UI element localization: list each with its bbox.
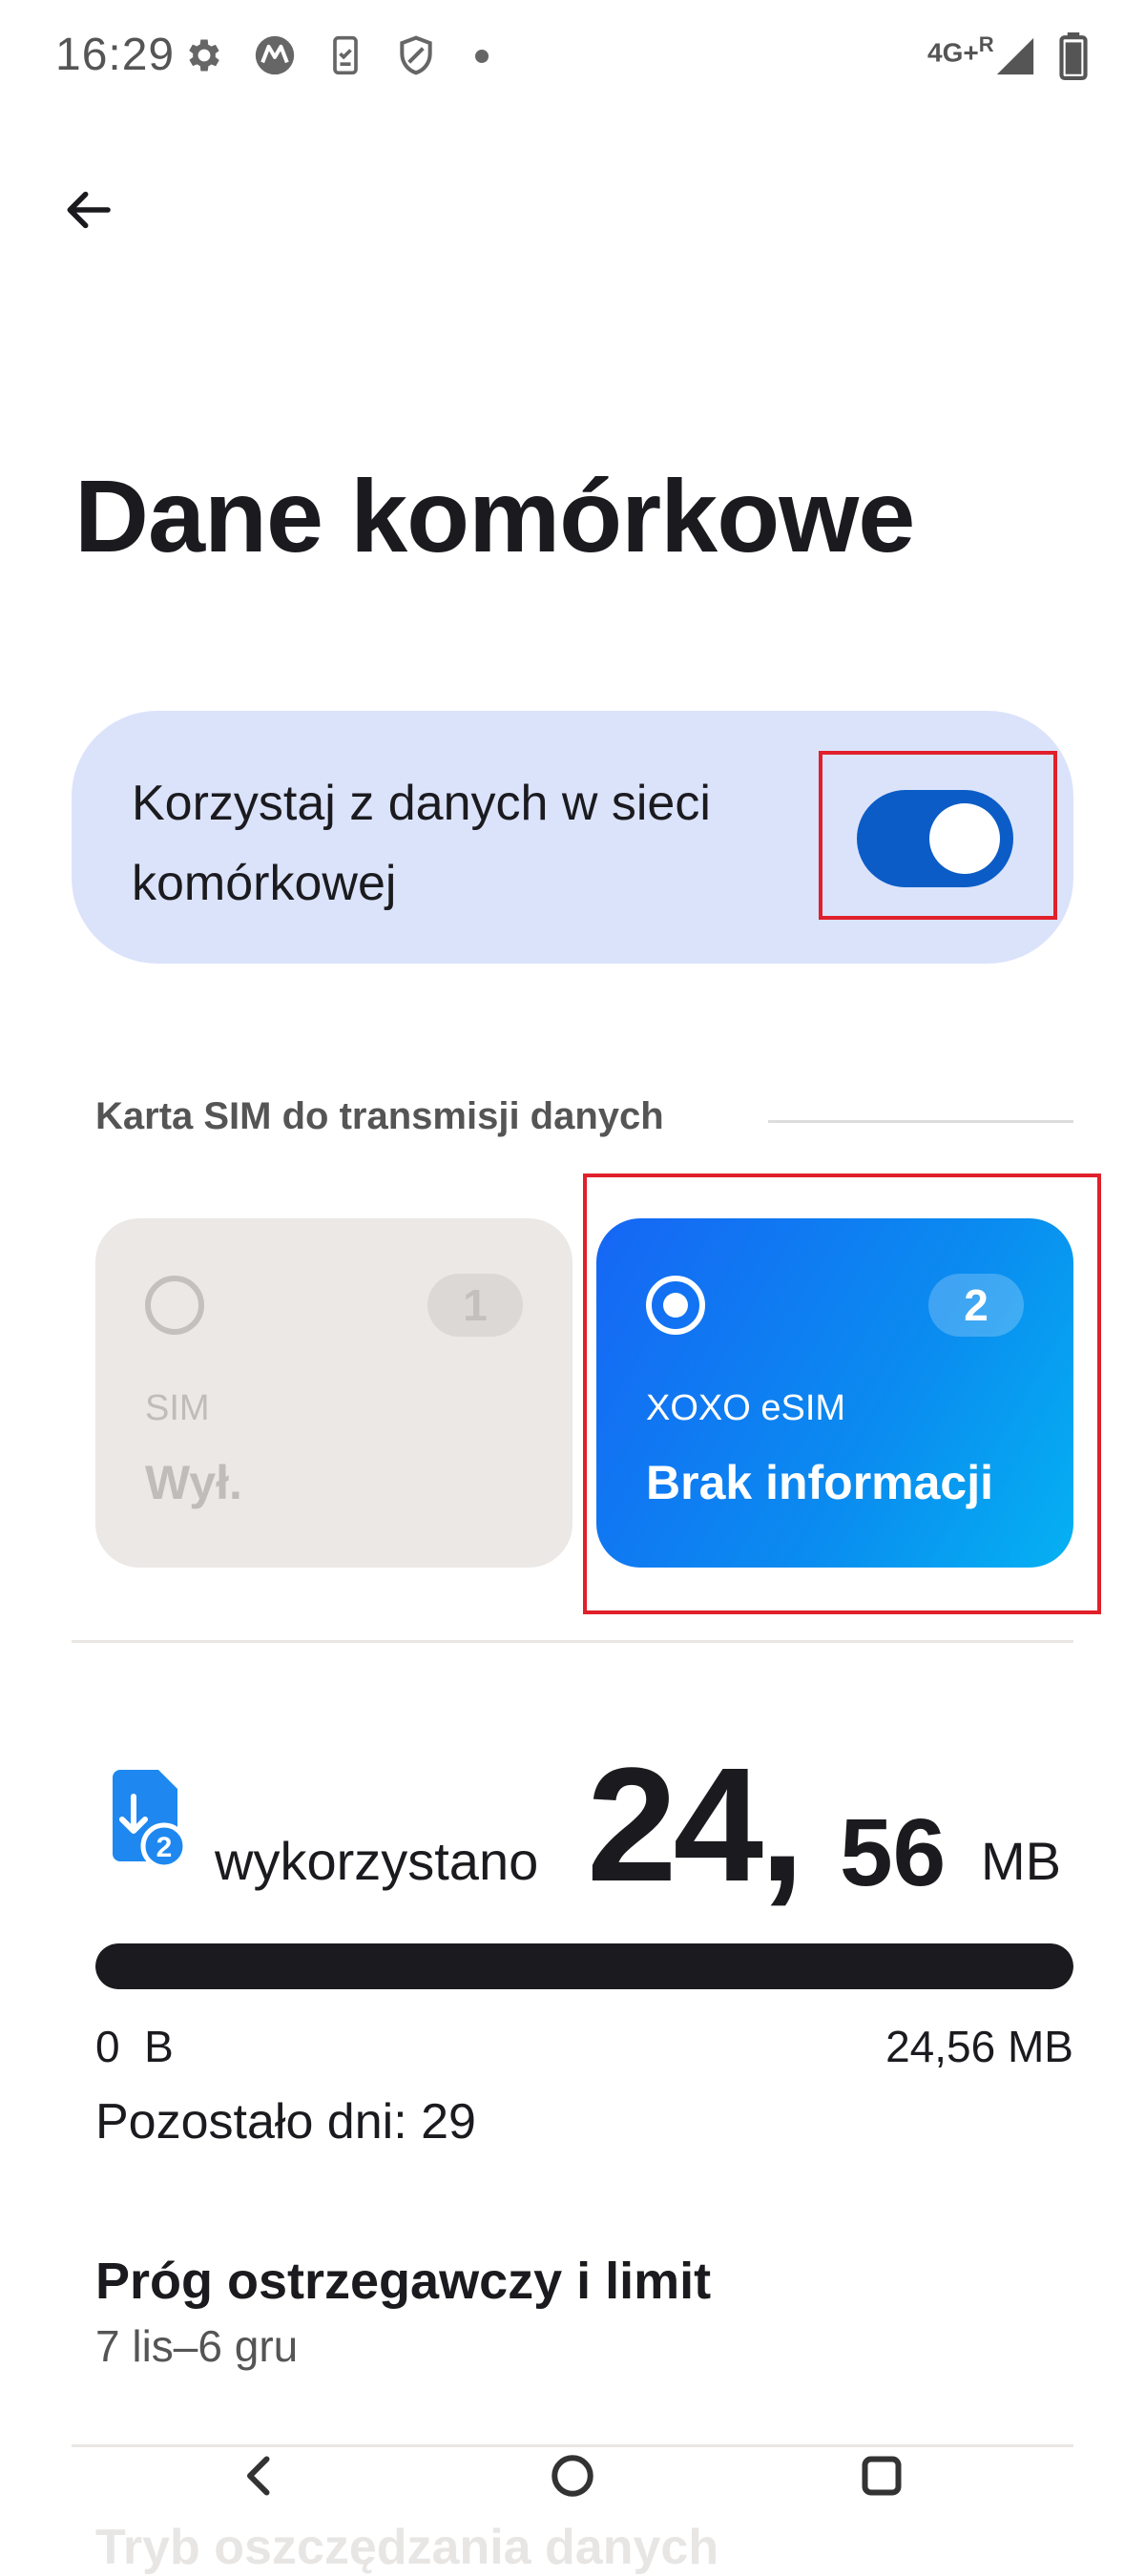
status-time: 16:29 [55, 30, 176, 80]
motorola-icon [255, 35, 295, 75]
sim-section-header: Karta SIM do transmisji danych [95, 1095, 664, 1137]
network-type-label: 4G+R [927, 32, 994, 68]
usage-unit: MB [981, 1831, 1061, 1891]
recents-nav-icon[interactable] [853, 2447, 910, 2504]
section-divider-line [768, 1120, 1073, 1123]
usage-progress-bar [95, 1943, 1073, 1989]
section-divider [72, 1640, 1073, 1643]
usage-range-min: 0 B [95, 2022, 174, 2071]
days-remaining: Pozostało dni: 29 [95, 2094, 476, 2150]
usage-progress-fill [95, 1943, 1073, 1989]
sim-1-name: SIM [145, 1388, 210, 1428]
notification-dot-icon [475, 50, 489, 63]
status-bar: 16:29 4G+R [0, 0, 1145, 114]
back-nav-icon[interactable] [231, 2447, 288, 2504]
sim-download-icon: 2 [113, 1770, 185, 1869]
page-title: Dane komórkowe [74, 458, 915, 573]
usage-label: wykorzystano [215, 1831, 539, 1891]
phone-clipboard-icon [333, 35, 358, 75]
shield-icon [400, 35, 432, 75]
sim-icon-badge: 2 [156, 1832, 173, 1863]
sim-1-radio[interactable] [145, 1276, 204, 1335]
warning-limit-title: Próg ostrzegawczy i limit [95, 2253, 712, 2310]
sim-1-number-badge: 1 [427, 1274, 523, 1337]
sim-card-highlight-box [583, 1174, 1101, 1614]
back-button[interactable] [50, 172, 126, 248]
mobile-data-label: Korzystaj z danych w sieci komórkowej [132, 776, 711, 911]
data-saver-row[interactable]: Tryb oszczędzania danych [95, 2519, 718, 2576]
home-nav-icon[interactable] [544, 2447, 601, 2504]
battery-icon [1059, 32, 1088, 80]
usage-value-decimal: 56 [840, 1799, 947, 1906]
arrow-left-icon [67, 191, 111, 229]
sim-1-status: Wył. [145, 1456, 242, 1509]
settings-icon [189, 39, 219, 72]
toggle-highlight-box [819, 751, 1057, 920]
signal-icon [996, 37, 1034, 75]
warning-limit-period: 7 lis–6 gru [95, 2321, 299, 2371]
navigation-bar [0, 2428, 1145, 2524]
usage-range-max: 24,56 MB [885, 2022, 1073, 2071]
usage-value-integer: 24, [587, 1735, 804, 1916]
sim-card-1[interactable]: 1 SIM Wył. [95, 1218, 572, 1568]
